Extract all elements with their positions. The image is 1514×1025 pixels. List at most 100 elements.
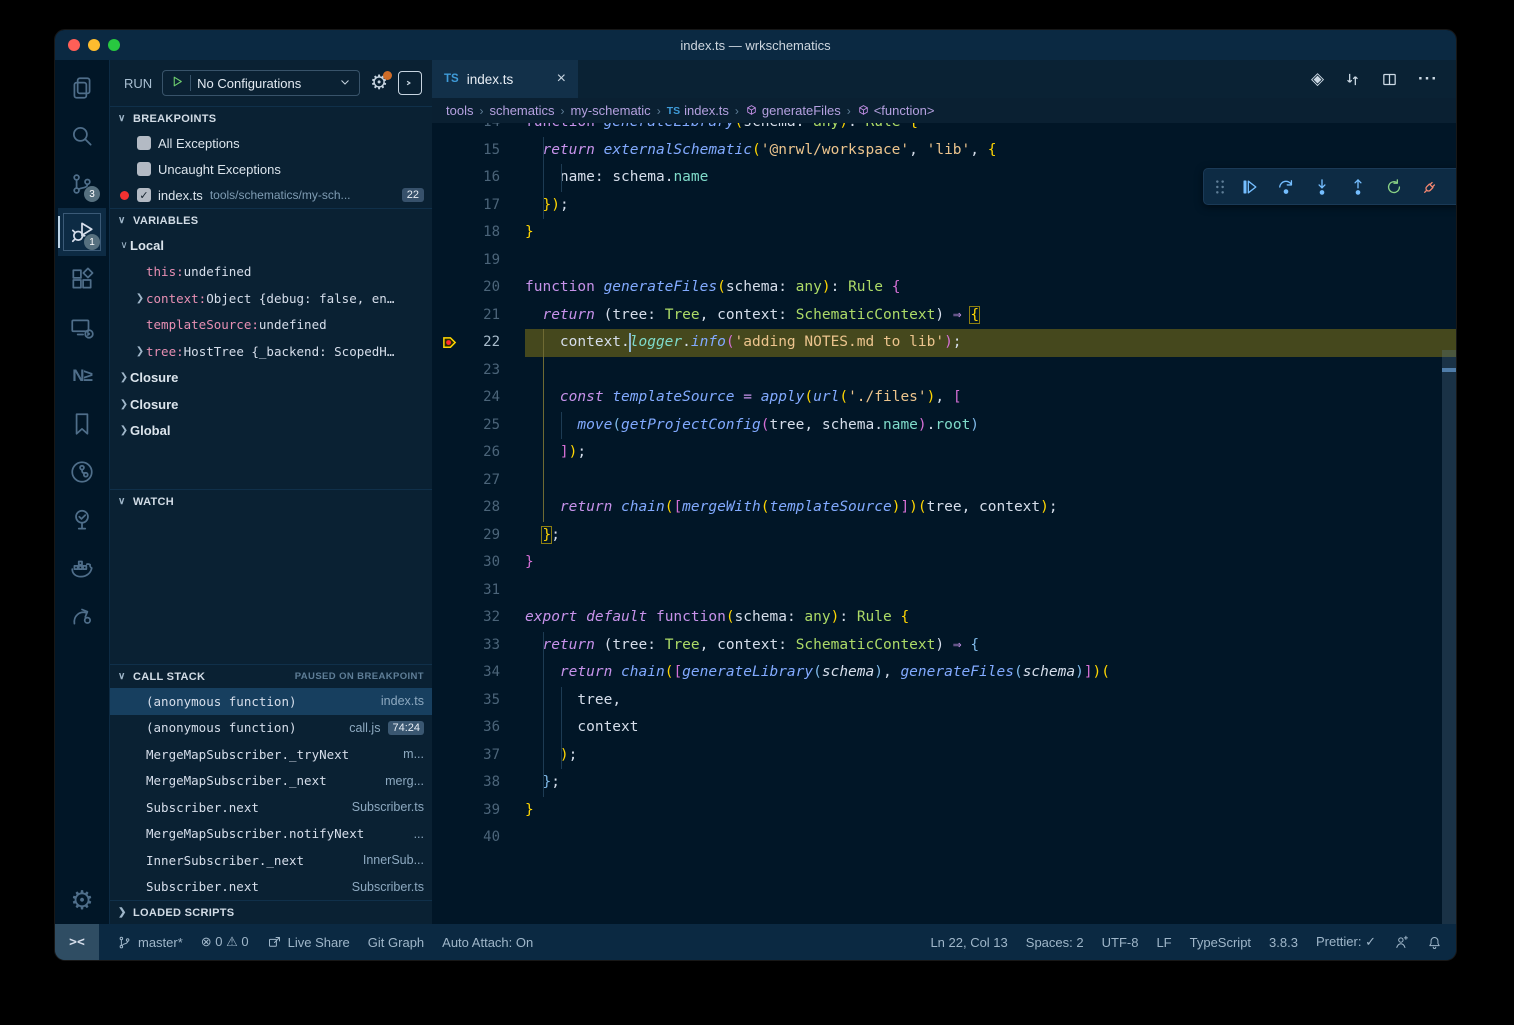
call-stack-frame[interactable]: MergeMapSubscriber._nextmerg... <box>110 768 432 795</box>
more-actions-icon[interactable]: ··· <box>1418 69 1438 89</box>
variable-row[interactable]: ❯Global <box>110 418 432 445</box>
disconnect-button[interactable] <box>1414 172 1446 202</box>
activity-item-settings[interactable]: ⚙ <box>58 876 106 924</box>
extension-action-icon[interactable]: ◈ <box>1311 69 1324 89</box>
activity-item-explorer[interactable] <box>58 64 106 112</box>
variable-row[interactable]: templateSource: undefined <box>110 312 432 339</box>
activity-item-source-control[interactable]: 3 <box>58 160 106 208</box>
breadcrumb-item[interactable]: tools <box>446 103 473 118</box>
compare-changes-icon[interactable] <box>1344 71 1361 88</box>
activity-item-remote-explorer[interactable] <box>58 304 106 352</box>
loaded-scripts-section-header[interactable]: ❯ LOADED SCRIPTS <box>110 900 432 924</box>
step-out-button[interactable] <box>1342 172 1374 202</box>
checkbox-checked[interactable]: ✓ <box>137 188 151 202</box>
activity-item-extensions[interactable] <box>58 256 106 304</box>
call-stack-frame[interactable]: (anonymous function)index.ts <box>110 688 432 715</box>
breadcrumb-item[interactable]: schematics <box>489 103 554 118</box>
breakpoint-row[interactable]: Uncaught Exceptions <box>110 156 432 182</box>
status-git-branch[interactable]: master* <box>117 935 183 950</box>
continue-button[interactable] <box>1234 172 1266 202</box>
breadcrumb-item[interactable]: TSindex.ts <box>667 103 729 118</box>
variable-row[interactable]: ∨Local <box>110 232 432 259</box>
code-line[interactable]: 19 <box>432 247 1456 275</box>
variable-row[interactable]: this: undefined <box>110 259 432 286</box>
code-line[interactable]: 23 <box>432 357 1456 385</box>
variable-row[interactable]: ❯tree: HostTree {_backend: ScopedH… <box>110 338 432 365</box>
activity-item-nx-console[interactable]: N≥ <box>58 352 106 400</box>
call-stack-frame[interactable]: (anonymous function)call.js74:24 <box>110 715 432 742</box>
call-stack-frame[interactable]: MergeMapSubscriber.notifyNext... <box>110 821 432 848</box>
code-line[interactable]: 37 ); <box>432 742 1456 770</box>
variable-row[interactable]: ❯Closure <box>110 391 432 418</box>
code-line[interactable]: 31 <box>432 577 1456 605</box>
code-line[interactable]: 15 return externalSchematic('@nrwl/works… <box>432 137 1456 165</box>
status-git-graph[interactable]: Git Graph <box>368 935 424 950</box>
code-line[interactable]: 40 <box>432 824 1456 852</box>
code-line[interactable]: 32export default function(schema: any): … <box>432 604 1456 632</box>
code-line[interactable]: 27 <box>432 467 1456 495</box>
activity-item-live-share-ext[interactable] <box>58 592 106 640</box>
code-line[interactable]: 38 }; <box>432 769 1456 797</box>
code-line[interactable]: 14function generateLibrary(schema: any):… <box>432 123 1456 137</box>
status-live-share[interactable]: Live Share <box>267 935 350 950</box>
status-feedback[interactable] <box>1394 935 1409 950</box>
variable-row[interactable]: ❯context: Object {debug: false, en… <box>110 285 432 312</box>
current-step-icon[interactable] <box>432 335 466 350</box>
activity-item-testing[interactable] <box>58 496 106 544</box>
call-stack-section-header[interactable]: ∨ CALL STACK PAUSED ON BREAKPOINT <box>110 664 432 688</box>
status-ts-version[interactable]: 3.8.3 <box>1269 935 1298 950</box>
variable-row[interactable]: ❯Closure <box>110 365 432 392</box>
call-stack-frame[interactable]: InnerSubscriber._nextInnerSub... <box>110 847 432 874</box>
drag-handle-icon[interactable] <box>1210 179 1230 195</box>
code-line[interactable]: 39} <box>432 797 1456 825</box>
status-language[interactable]: TypeScript <box>1190 935 1251 950</box>
status-problems[interactable]: ⊗ 0 ⚠ 0 <box>201 934 249 950</box>
breadcrumb-item[interactable]: generateFiles <box>745 103 841 118</box>
activity-item-run-and-debug[interactable]: 1 <box>58 208 106 256</box>
status-encoding[interactable]: UTF-8 <box>1102 935 1139 950</box>
checkbox[interactable] <box>137 162 151 176</box>
status-auto-attach[interactable]: Auto Attach: On <box>442 935 533 950</box>
status-notifications[interactable] <box>1427 935 1442 950</box>
editor-scrollbar[interactable] <box>1442 350 1456 924</box>
watch-section-header[interactable]: ∨ WATCH <box>110 489 432 513</box>
code-line[interactable]: 36 context <box>432 714 1456 742</box>
step-into-button[interactable] <box>1306 172 1338 202</box>
step-over-button[interactable] <box>1270 172 1302 202</box>
activity-item-git-graph-ext[interactable] <box>58 448 106 496</box>
remote-indicator[interactable]: >< <box>55 924 99 960</box>
status-eol[interactable]: LF <box>1156 935 1171 950</box>
tab-index-ts[interactable]: TS index.ts × <box>432 60 578 98</box>
code-editor[interactable]: 14function generateLibrary(schema: any):… <box>432 123 1456 924</box>
variables-section-header[interactable]: ∨ VARIABLES <box>110 208 432 232</box>
code-line[interactable]: 20function generateFiles(schema: any): R… <box>432 274 1456 302</box>
restart-button[interactable] <box>1378 172 1410 202</box>
call-stack-frame[interactable]: MergeMapSubscriber._tryNextm... <box>110 741 432 768</box>
code-line[interactable]: 25 move(getProjectConfig(tree, schema.na… <box>432 412 1456 440</box>
breakpoint-row[interactable]: All Exceptions <box>110 130 432 156</box>
debug-settings-button[interactable]: ⚙ <box>370 73 388 93</box>
breadcrumb-item[interactable]: my-schematic <box>571 103 651 118</box>
close-icon[interactable]: × <box>557 70 566 88</box>
call-stack-frame[interactable]: Subscriber.nextSubscriber.ts <box>110 794 432 821</box>
code-line[interactable]: 21 return (tree: Tree, context: Schemati… <box>432 302 1456 330</box>
code-line[interactable]: 34 return chain([generateLibrary(schema)… <box>432 659 1456 687</box>
code-line[interactable]: 28 return chain([mergeWith(templateSourc… <box>432 494 1456 522</box>
activity-item-docker[interactable] <box>58 544 106 592</box>
code-line[interactable]: 33 return (tree: Tree, context: Schemati… <box>432 632 1456 660</box>
checkbox[interactable] <box>137 136 151 150</box>
status-prettier[interactable]: Prettier: ✓ <box>1316 934 1376 950</box>
activity-item-search[interactable] <box>58 112 106 160</box>
code-line[interactable]: 35 tree, <box>432 687 1456 715</box>
breakpoint-row[interactable]: ✓index.tstools/schematics/my-sch...22 <box>110 182 432 208</box>
split-editor-icon[interactable] <box>1381 71 1398 88</box>
activity-item-bookmarks[interactable] <box>58 400 106 448</box>
debug-console-button[interactable] <box>398 71 422 95</box>
code-line[interactable]: 26 ]); <box>432 439 1456 467</box>
call-stack-frame[interactable]: Subscriber.nextSubscriber.ts <box>110 874 432 901</box>
code-line[interactable]: 18} <box>432 219 1456 247</box>
breakpoints-section-header[interactable]: ∨ BREAKPOINTS <box>110 106 432 130</box>
launch-configuration-dropdown[interactable]: No Configurations <box>162 70 360 96</box>
code-line[interactable]: 24 const templateSource = apply(url('./f… <box>432 384 1456 412</box>
code-line[interactable]: 30} <box>432 549 1456 577</box>
